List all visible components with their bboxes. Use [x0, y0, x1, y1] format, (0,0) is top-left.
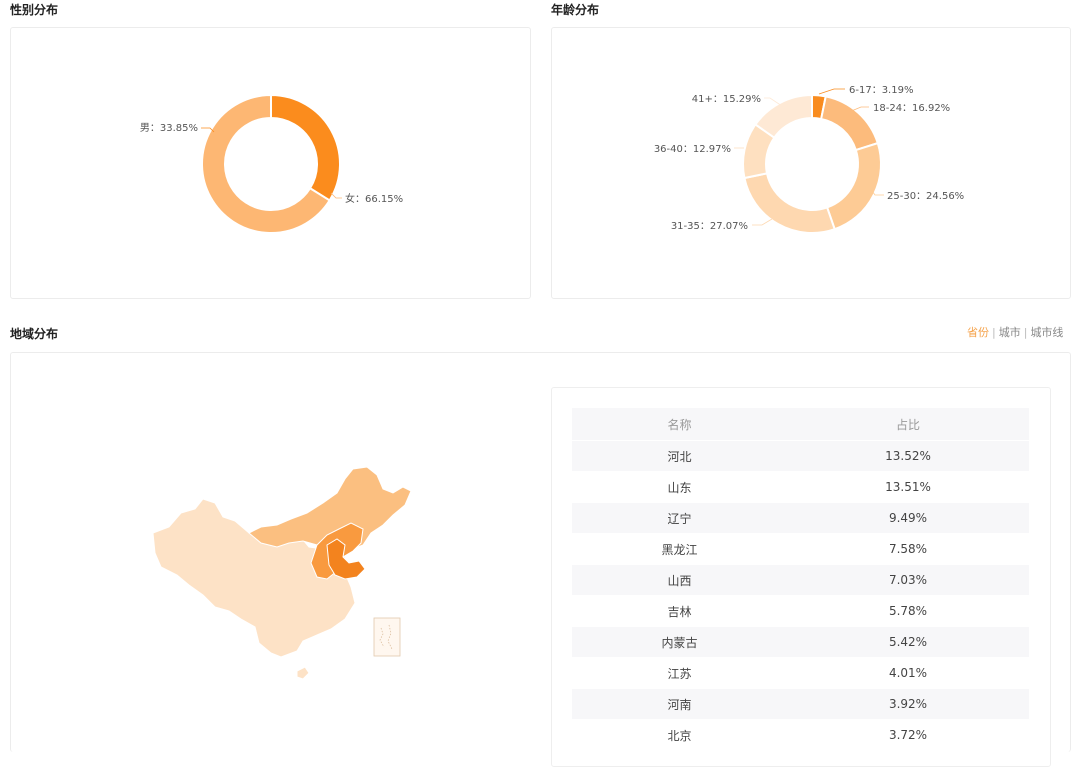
region-name-cell: 内蒙古: [572, 626, 787, 658]
table-row: 河南 3.92%: [572, 688, 1029, 720]
south-china-sea-inset: [373, 617, 401, 657]
table-row: 山东 13.51%: [572, 471, 1029, 503]
region-share-cell: 13.52%: [787, 440, 1029, 472]
age-label-31-35: 31-35：27.07%: [671, 218, 773, 232]
table-row: 北京 3.72%: [572, 719, 1029, 750]
age-label-18-24: 18-24：16.92%: [848, 103, 950, 114]
tab-city-tier[interactable]: 城市线: [1030, 326, 1063, 339]
age-label-36-40: 36-40：12.97%: [654, 144, 744, 155]
table-row: 内蒙古 5.42%: [572, 626, 1029, 658]
region-share-cell: 13.51%: [787, 471, 1029, 503]
region-share-cell: 5.78%: [787, 595, 1029, 627]
region-table-body: 河北 13.52% 山东 13.51% 辽宁 9.49% 黑龙江 7.58% 山西 7.03% 吉林…: [572, 440, 1029, 750]
map-region-hainan[interactable]: [296, 666, 310, 680]
table-row: 黑龙江 7.58%: [572, 533, 1029, 565]
region-section-title: 地域分布: [10, 327, 59, 341]
gender-donut-chart: 男：33.85% 女：66.15%: [140, 93, 403, 234]
region-name-cell: 山西: [572, 564, 787, 596]
gender-label-female: 女：66.15%: [330, 192, 403, 205]
age-label-6-17: 6-17：3.19%: [818, 85, 913, 96]
region-name-cell: 河南: [572, 688, 787, 720]
donut-slice-18-24[interactable]: [819, 95, 880, 152]
tab-province[interactable]: 省份: [967, 326, 989, 339]
gender-section-title: 性别分布: [10, 3, 59, 17]
donut-slice-41plus[interactable]: [754, 93, 813, 140]
gender-card: 男：33.85% 女：66.15%: [10, 27, 531, 299]
region-share-cell: 7.58%: [787, 533, 1029, 565]
donut-slice-male[interactable]: [270, 93, 341, 202]
column-header-name: 名称: [572, 408, 787, 441]
age-donut-chart: 6-17：3.19% 18-24：16.92% 25-30：24.56% 31-…: [654, 85, 964, 234]
table-row: 江苏 4.01%: [572, 657, 1029, 689]
donut-slice-31-35[interactable]: [743, 172, 836, 234]
age-label-6-17-text: 6-17：3.19%: [849, 85, 913, 96]
column-header-share: 占比: [787, 408, 1029, 441]
region-name-cell: 吉林: [572, 595, 787, 627]
table-row: 辽宁 9.49%: [572, 502, 1029, 534]
table-row: 吉林 5.78%: [572, 595, 1029, 627]
table-header-row: 名称 占比: [572, 408, 1029, 441]
tab-separator: |: [1023, 326, 1028, 339]
gender-donut: [201, 93, 341, 234]
age-section-title: 年龄分布: [551, 3, 600, 17]
age-label-25-30: 25-30：24.56%: [869, 187, 964, 202]
age-label-41plus: 41+：15.29%: [692, 94, 783, 107]
region-name-cell: 江苏: [572, 657, 787, 689]
age-label-18-24-text: 18-24：16.92%: [873, 103, 950, 114]
donut-slice-25-30[interactable]: [825, 141, 882, 231]
gender-label-female-text: 女：66.15%: [345, 192, 403, 205]
region-tabs: 省份 | 城市 | 城市线: [967, 324, 1063, 340]
tab-separator: |: [992, 326, 996, 339]
age-label-36-40-text: 36-40：12.97%: [654, 144, 731, 155]
tab-city[interactable]: 城市: [999, 326, 1021, 339]
region-share-cell: 5.42%: [787, 626, 1029, 658]
region-share-cell: 3.72%: [787, 719, 1029, 750]
table-row: 河北 13.52%: [572, 440, 1029, 472]
age-donut: [742, 93, 882, 234]
age-label-25-30-text: 25-30：24.56%: [887, 191, 964, 202]
age-label-41plus-text: 41+：15.29%: [692, 94, 761, 105]
region-name-cell: 河北: [572, 440, 787, 472]
region-name-cell: 黑龙江: [572, 533, 787, 565]
table-row: 山西 7.03%: [572, 564, 1029, 596]
age-label-31-35-text: 31-35：27.07%: [671, 221, 748, 232]
gender-label-male: 男：33.85%: [140, 122, 215, 134]
china-map: [152, 466, 411, 680]
age-card: 6-17：3.19% 18-24：16.92% 25-30：24.56% 31-…: [551, 27, 1071, 299]
region-table: 名称 占比 河北 13.52% 山东 13.51% 辽宁 9.49% 黑龙江 7.58% 山西 7…: [572, 408, 1029, 750]
region-share-cell: 4.01%: [787, 657, 1029, 689]
region-name-cell: 北京: [572, 719, 787, 750]
region-name-cell: 辽宁: [572, 502, 787, 534]
region-share-cell: 9.49%: [787, 502, 1029, 534]
region-share-cell: 3.92%: [787, 688, 1029, 720]
gender-label-male-text: 男：33.85%: [140, 122, 198, 134]
region-share-cell: 7.03%: [787, 564, 1029, 596]
region-name-cell: 山东: [572, 471, 787, 503]
